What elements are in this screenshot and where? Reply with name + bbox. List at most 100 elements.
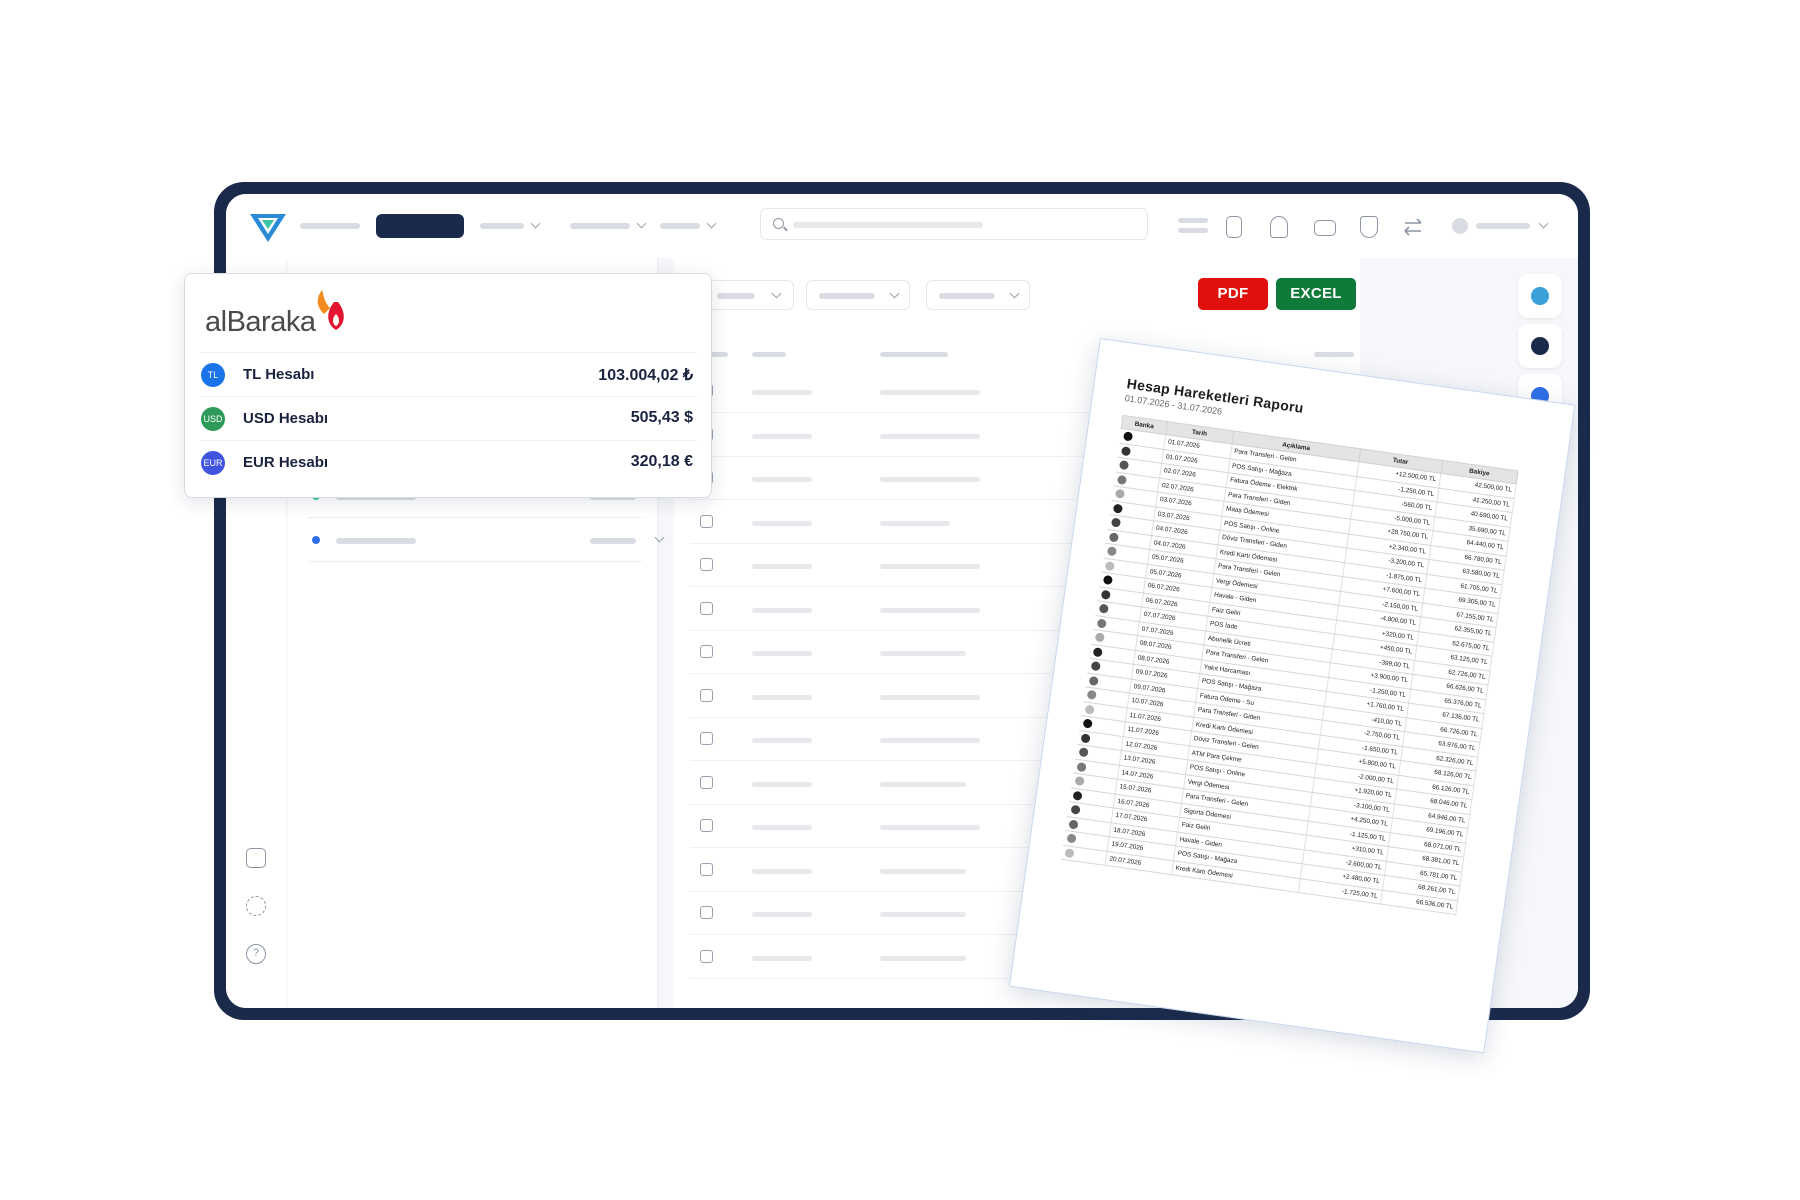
document-icon[interactable] (1226, 216, 1242, 238)
cell-placeholder (880, 390, 980, 395)
bank-logo-icon (1070, 804, 1081, 815)
filter-dropdown[interactable] (926, 280, 1030, 310)
nav-dropdown-placeholder[interactable] (570, 223, 630, 229)
filter-placeholder (819, 293, 875, 299)
calendar-icon (700, 949, 713, 963)
bank-shortcut-button[interactable] (1518, 274, 1562, 318)
account-row[interactable]: EUR EUR Hesabı 320,18 € (201, 440, 697, 484)
calendar-icon (700, 601, 713, 615)
cell-placeholder (752, 607, 812, 613)
bank-logo-icon (1082, 718, 1093, 729)
bank-logo-icon (1096, 618, 1107, 629)
app-logo-icon[interactable] (248, 210, 288, 246)
calendar-icon (700, 862, 713, 876)
bank-logo-icon (1078, 747, 1089, 758)
account-balance: 320,18 € (630, 453, 693, 470)
account-name: TL Hesabı (243, 366, 315, 383)
account-balance: 103.004,02 ₺ (598, 367, 693, 384)
bank-logo: alBaraka (205, 288, 405, 344)
marketing-composition: ? PDF EXCEL alBaraka TL TL Hesabı 103.00… (0, 0, 1800, 1200)
chevron-down-icon (530, 218, 541, 229)
excel-export-button[interactable]: EXCEL (1276, 278, 1356, 310)
bank-logo-icon (1122, 431, 1133, 442)
menu-icon[interactable] (1178, 218, 1208, 223)
bank-logo-icon (1104, 560, 1115, 571)
cell-placeholder (880, 868, 966, 874)
bell-icon[interactable] (1270, 216, 1288, 238)
shield-icon[interactable] (1360, 216, 1378, 238)
cell-placeholder (752, 955, 812, 961)
account-row[interactable]: USD USD Hesabı 505,43 $ (201, 396, 697, 440)
gear-icon[interactable] (246, 896, 266, 916)
chevron-down-icon (636, 218, 647, 229)
calendar-icon (700, 645, 713, 658)
pdf-export-button[interactable]: PDF (1198, 278, 1268, 310)
list-item-label (336, 538, 416, 544)
bank-logo-icon (1067, 819, 1079, 830)
bank-logo-icon (1106, 546, 1117, 557)
bank-logo-icon (1118, 460, 1129, 471)
nav-item-placeholder[interactable] (300, 223, 360, 229)
bank-logo-icon (1090, 661, 1101, 672)
cell-placeholder (880, 825, 980, 830)
nav-dropdown-placeholder[interactable] (660, 223, 700, 229)
cell-placeholder (752, 390, 812, 395)
bank-logo-icon (1076, 761, 1087, 772)
cell-placeholder (752, 433, 812, 439)
cell-placeholder (880, 955, 966, 961)
list-item[interactable] (308, 518, 665, 562)
calendar-icon (700, 688, 713, 702)
cell-placeholder (752, 694, 812, 700)
chevron-down-icon (889, 288, 900, 299)
avatar[interactable] (1452, 218, 1468, 234)
cell-placeholder (880, 564, 980, 569)
bank-logo-mark-icon (317, 290, 344, 330)
nav-item-active[interactable] (376, 214, 464, 238)
bank-accounts-card: alBaraka TL TL Hesabı 103.004,02 ₺ USD USD H… (184, 273, 712, 498)
cell-placeholder (880, 912, 966, 917)
search-input[interactable] (760, 208, 1148, 240)
nav-dropdown-placeholder[interactable] (480, 223, 524, 229)
cell-placeholder (752, 520, 812, 526)
bank-logo-icon (1074, 776, 1085, 787)
cell-placeholder (880, 781, 966, 787)
calendar-icon (700, 558, 713, 571)
bank-logo-icon (1120, 445, 1131, 456)
calendar-icon (700, 819, 713, 832)
chevron-down-icon[interactable] (654, 532, 665, 543)
report-table: Banka Tarih Açıklama Tutar Bakiye 01.07.2026… (1060, 415, 1519, 915)
help-icon[interactable]: ? (246, 944, 266, 964)
user-name-placeholder[interactable] (1476, 223, 1530, 229)
bank-shortcut-button[interactable] (1518, 324, 1562, 368)
bank-logo-icon (1086, 689, 1097, 701)
filter-dropdown[interactable] (806, 280, 910, 310)
cell-placeholder (752, 825, 812, 830)
cell-placeholder (752, 912, 812, 917)
transfer-icon[interactable] (1402, 218, 1424, 236)
search-icon (773, 218, 784, 229)
bank-logo-icon (1072, 790, 1083, 801)
bank-logo-icon (1100, 589, 1111, 600)
calendar-icon (700, 514, 713, 528)
bank-logo-icon (1102, 575, 1113, 586)
cell-placeholder (880, 520, 950, 526)
cell-placeholder (752, 868, 812, 874)
currency-badge: TL (201, 363, 225, 387)
hand-money-icon[interactable] (1314, 220, 1336, 236)
chevron-down-icon (1538, 218, 1549, 229)
account-row[interactable]: TL TL Hesabı 103.004,02 ₺ (201, 352, 697, 396)
search-placeholder (793, 222, 983, 228)
report-body: 01.07.2026 Para Transferi - Gelen +12.500,… (1060, 428, 1517, 915)
bank-logo-icon (1063, 847, 1075, 859)
gift-icon[interactable] (246, 848, 266, 868)
menu-icon (1178, 228, 1208, 233)
bank-logo-text: alBaraka (205, 306, 316, 338)
account-name: EUR Hesabı (243, 454, 329, 471)
cell-placeholder (752, 651, 812, 656)
status-dot (312, 536, 320, 544)
chevron-down-icon (1009, 288, 1020, 299)
cell-placeholder (752, 564, 812, 569)
calendar-icon (700, 775, 713, 789)
column-header (752, 352, 786, 357)
filter-placeholder (939, 293, 995, 299)
